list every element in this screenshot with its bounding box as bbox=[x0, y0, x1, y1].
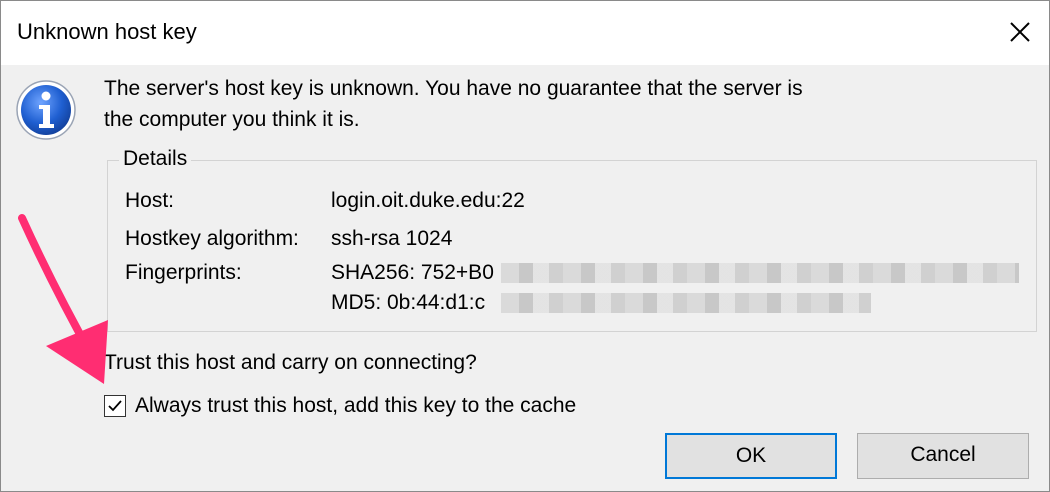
title-bar: Unknown host key bbox=[1, 1, 1049, 65]
checkmark-icon bbox=[108, 400, 122, 412]
ok-button[interactable]: OK bbox=[665, 433, 837, 479]
redacted-sha256 bbox=[501, 263, 1019, 283]
message-line-2: the computer you think it is. bbox=[104, 108, 360, 131]
fingerprint-sha256: SHA256: 752+B0 bbox=[331, 261, 494, 284]
cancel-button[interactable]: Cancel bbox=[857, 433, 1029, 479]
message-text: The server's host key is unknown. You ha… bbox=[104, 73, 803, 135]
message-line-1: The server's host key is unknown. You ha… bbox=[104, 77, 803, 100]
fingerprints-label: Fingerprints: bbox=[125, 261, 242, 284]
fingerprint-md5: MD5: 0b:44:d1:c bbox=[331, 291, 486, 314]
dialog-window: Unknown host key The server's host key i… bbox=[0, 0, 1050, 492]
trust-question: Trust this host and carry on connecting? bbox=[104, 351, 477, 374]
algo-label: Hostkey algorithm: bbox=[125, 227, 299, 250]
host-value: login.oit.duke.edu:22 bbox=[331, 189, 525, 212]
always-trust-label: Always trust this host, add this key to … bbox=[135, 394, 577, 417]
close-button[interactable] bbox=[991, 1, 1049, 65]
algo-value: ssh-rsa 1024 bbox=[331, 227, 453, 250]
close-icon bbox=[1010, 22, 1030, 42]
redacted-md5 bbox=[501, 293, 871, 313]
annotation-arrow bbox=[18, 214, 108, 384]
